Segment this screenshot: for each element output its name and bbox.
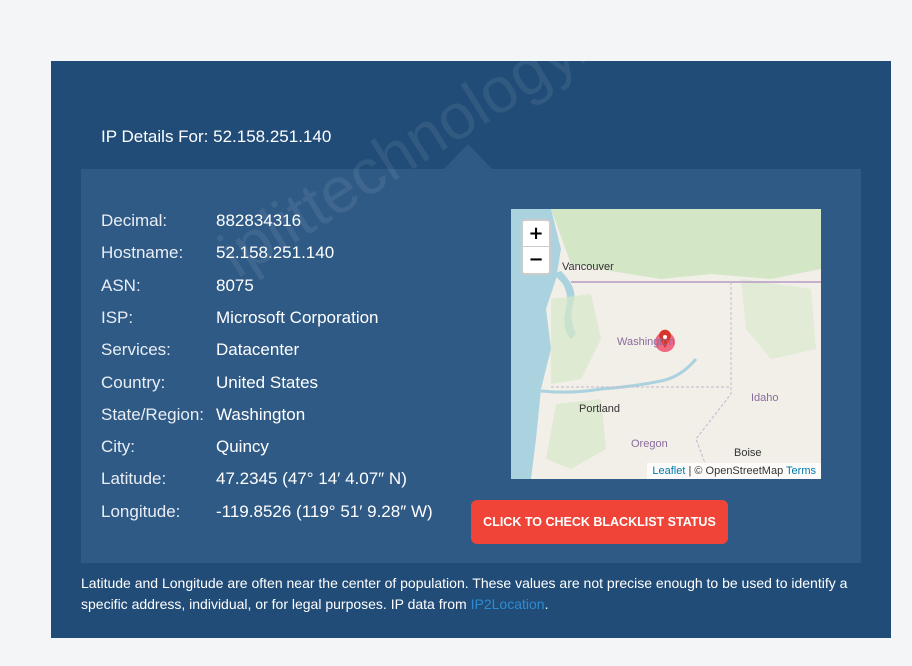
detail-value: 882834316	[216, 211, 302, 230]
ip2location-link[interactable]: IP2Location	[471, 596, 545, 612]
detail-key: Latitude:	[101, 469, 167, 489]
location-map[interactable]: + − Vancouver Washington Portland Idaho …	[511, 209, 821, 479]
detail-key: Services:	[101, 340, 171, 360]
map-label-vancouver: Vancouver	[562, 261, 614, 273]
detail-value: -119.8526 (119° 51′ 9.28″ W)	[216, 501, 433, 521]
zoom-in-button[interactable]: +	[523, 221, 549, 247]
terms-link[interactable]: Terms	[786, 465, 816, 477]
osm-credit: | © OpenStreetMap	[688, 465, 784, 477]
callout-notch	[444, 144, 492, 169]
zoom-out-button[interactable]: −	[523, 247, 549, 273]
detail-key: State/Region:	[101, 404, 205, 424]
map-label-idaho: Idaho	[751, 392, 779, 404]
detail-key: Hostname:	[101, 243, 184, 263]
detail-key: ISP:	[101, 307, 134, 327]
ip-details-panel: IP Details For: 52.158.251.140 iplittech…	[51, 0, 891, 638]
detail-key: City:	[101, 437, 135, 457]
detail-value: 52.158.251.140	[216, 243, 335, 263]
detail-value: 47.2345 (47° 14′ 4.07″ N)	[216, 469, 407, 489]
disclaimer-end: .	[544, 596, 549, 612]
detail-key: ASN:	[101, 275, 141, 295]
ip-details-card: iplittechnology.com Decimal: 882834316 Hos…	[81, 0, 861, 563]
ip-details-title: IP Details For: 52.158.251.140	[101, 127, 332, 146]
detail-value: Datacenter	[216, 340, 300, 360]
detail-key: Decimal:	[101, 211, 168, 230]
map-label-oregon: Oregon	[631, 438, 668, 450]
leaflet-link[interactable]: Leaflet	[652, 465, 685, 477]
detail-key: Longitude:	[101, 501, 181, 521]
detail-value: Microsoft Corporation	[216, 307, 379, 327]
location-disclaimer: Latitude and Longitude are often near th…	[81, 573, 861, 615]
map-zoom-control: + −	[521, 219, 551, 275]
detail-value: 8075	[216, 275, 254, 295]
map-label-boise: Boise	[734, 447, 762, 459]
map-label-portland: Portland	[579, 403, 620, 415]
detail-key: Country:	[101, 372, 166, 392]
detail-value: Quincy	[216, 437, 269, 457]
map-label-washington: Washington	[617, 336, 675, 348]
detail-value: Washington	[216, 404, 306, 424]
check-blacklist-button[interactable]: CLICK TO CHECK BLACKLIST STATUS	[471, 500, 728, 544]
detail-value: United States	[216, 372, 319, 392]
map-attribution: Leaflet | © OpenStreetMap Terms	[647, 463, 821, 479]
disclaimer-text: Latitude and Longitude are often near th…	[81, 575, 848, 612]
